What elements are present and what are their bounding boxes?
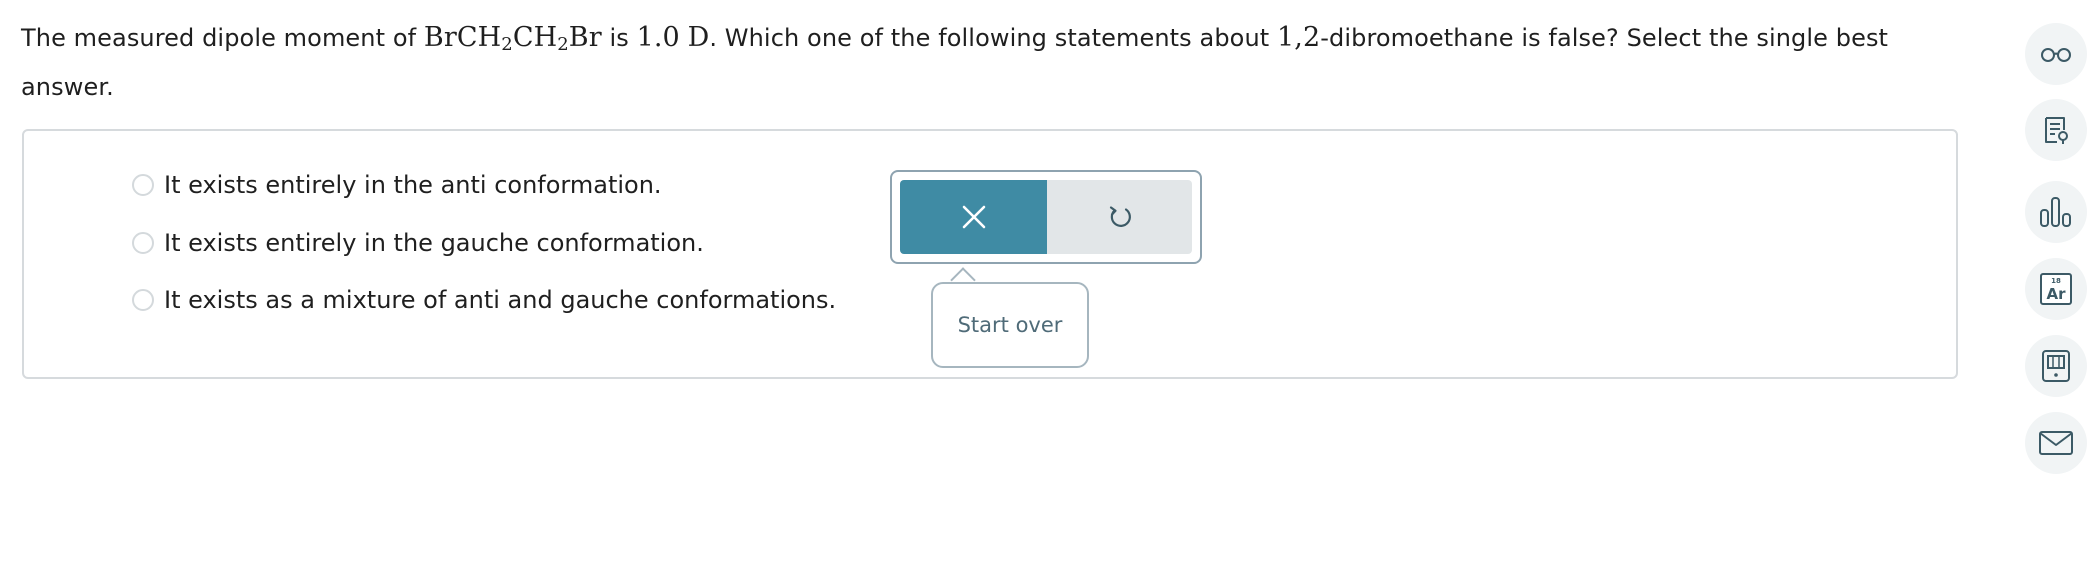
formula: BrCH2CH2Br — [423, 22, 602, 55]
question-part-2: is — [601, 24, 637, 52]
toolbar-mail[interactable] — [2025, 412, 2087, 474]
periodic-symbol: Ar — [2046, 285, 2066, 303]
formula-part-c: Br — [568, 22, 602, 53]
answer-actions — [890, 170, 1202, 264]
toolbar-periodic-table[interactable]: 18 Ar — [2025, 258, 2087, 320]
option-label: It exists entirely in the gauche conform… — [164, 229, 704, 257]
option-label: It exists entirely in the anti conformat… — [164, 171, 662, 199]
formula-subscript-1: 2 — [501, 34, 513, 55]
formula-subscript-2: 2 — [557, 34, 569, 55]
question-part-1: The measured dipole moment of — [21, 24, 424, 52]
formula-part-b: CH — [512, 22, 558, 53]
formula-part-a: BrCH — [423, 22, 502, 53]
bar-chart-icon — [2040, 197, 2071, 227]
toolbar-calculator[interactable] — [2025, 335, 2087, 397]
dipole-value: 1.0 — [636, 22, 680, 53]
undo-icon — [1109, 206, 1131, 227]
start-over-button[interactable] — [1047, 180, 1192, 254]
clear-button[interactable] — [900, 180, 1047, 254]
dipole-unit: D — [687, 22, 710, 53]
periodic-table-icon: 18 Ar — [2040, 273, 2072, 305]
option-anti[interactable]: It exists entirely in the anti conformat… — [132, 171, 662, 199]
option-label: It exists as a mixture of anti and gauch… — [164, 286, 837, 314]
periodic-number: 18 — [2051, 277, 2061, 285]
radio-button[interactable] — [132, 174, 154, 196]
mail-icon — [2039, 431, 2073, 455]
toolbar-report[interactable] — [2025, 99, 2087, 161]
toolbar-chart[interactable] — [2025, 181, 2087, 243]
radio-button[interactable] — [132, 289, 154, 311]
radio-button[interactable] — [132, 232, 154, 254]
compound-number: 1,2 — [1277, 22, 1321, 53]
option-gauche[interactable]: It exists entirely in the gauche conform… — [132, 229, 704, 257]
option-mixture[interactable]: It exists as a mixture of anti and gauch… — [132, 286, 836, 314]
tooltip-label: Start over — [957, 313, 1063, 337]
calculator-icon — [2042, 350, 2070, 382]
start-over-tooltip: Start over — [931, 282, 1089, 368]
x-icon — [962, 205, 985, 229]
toolbar-glasses[interactable] — [2025, 23, 2087, 85]
question-part-3: . Which one of the following statements … — [709, 24, 1277, 52]
question-text: The measured dipole moment of BrCH2CH2Br… — [21, 14, 1981, 111]
report-icon — [2045, 117, 2068, 144]
glasses-icon — [2041, 48, 2071, 62]
